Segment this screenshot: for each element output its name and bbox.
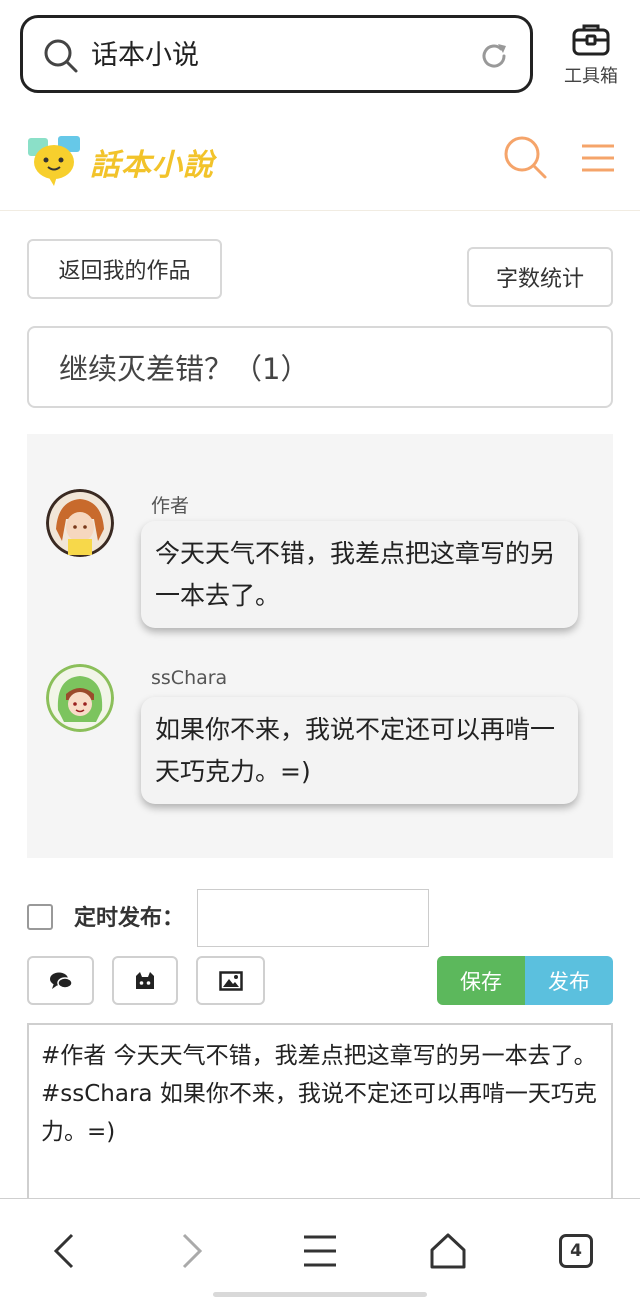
- save-button[interactable]: 保存: [437, 956, 525, 1005]
- sschara-avatar: [46, 664, 114, 732]
- home-icon: [430, 1233, 466, 1269]
- chapter-title-text: 继续灭差错？（1）: [59, 352, 310, 386]
- message-speaker: ssChara: [151, 667, 228, 689]
- schedule-time-input[interactable]: [197, 889, 429, 947]
- schedule-checkbox[interactable]: [27, 904, 53, 930]
- toolbox-button[interactable]: 工具箱: [556, 22, 626, 94]
- chevron-left-icon: [53, 1233, 74, 1269]
- chevron-right-icon: [182, 1233, 203, 1269]
- back-button[interactable]: [40, 1227, 88, 1275]
- insert-dialog-button[interactable]: [27, 956, 94, 1005]
- browser-bottom-bar: 4: [0, 1198, 640, 1299]
- toolbox-label: 工具箱: [564, 66, 618, 87]
- message-bubble: 今天天气不错，我差点把这章写的另一本去了。: [141, 521, 578, 628]
- hamburger-icon: [304, 1235, 336, 1267]
- chapter-content-textarea[interactable]: #作者 今天天气不错，我差点把这章写的另一本去了。 #ssChara 如果你不来…: [27, 1023, 613, 1203]
- search-icon[interactable]: [502, 134, 548, 180]
- message-speaker: 作者: [151, 495, 190, 517]
- logo-text[interactable]: 話本小說: [90, 140, 214, 184]
- search-icon: [44, 39, 78, 73]
- menu-icon[interactable]: [578, 138, 618, 178]
- menu-button[interactable]: [296, 1227, 344, 1275]
- logo-icon[interactable]: [24, 130, 84, 190]
- forward-button[interactable]: [168, 1227, 216, 1275]
- back-to-works-button[interactable]: 返回我的作品: [27, 239, 222, 299]
- address-text[interactable]: 话本小说: [91, 38, 199, 74]
- image-icon: [218, 970, 243, 991]
- tab-count: 4: [559, 1234, 593, 1268]
- home-button[interactable]: [424, 1227, 472, 1275]
- author-avatar: [46, 489, 114, 557]
- insert-image-button[interactable]: [196, 956, 265, 1005]
- address-bar[interactable]: 话本小说: [20, 15, 533, 93]
- insert-character-button[interactable]: [112, 956, 178, 1005]
- word-count-button[interactable]: 字数统计: [467, 247, 613, 307]
- chapter-title-input[interactable]: 继续灭差错？（1）: [27, 326, 613, 408]
- cat-face-icon: [136, 971, 154, 989]
- schedule-label: 定时发布：: [74, 906, 185, 931]
- comments-icon: [49, 972, 73, 989]
- reload-icon[interactable]: [478, 40, 510, 72]
- home-indicator: [213, 1292, 427, 1297]
- message-bubble: 如果你不来，我说不定还可以再啃一天巧克力。=): [141, 697, 578, 804]
- chat-preview: 作者 今天天气不错，我差点把这章写的另一本去了。 ssChara 如果你不来，我…: [27, 434, 613, 858]
- toolbox-icon: [572, 24, 610, 56]
- publish-button[interactable]: 发布: [525, 956, 613, 1005]
- tabs-button[interactable]: 4: [552, 1227, 600, 1275]
- site-header: 話本小說: [0, 110, 640, 211]
